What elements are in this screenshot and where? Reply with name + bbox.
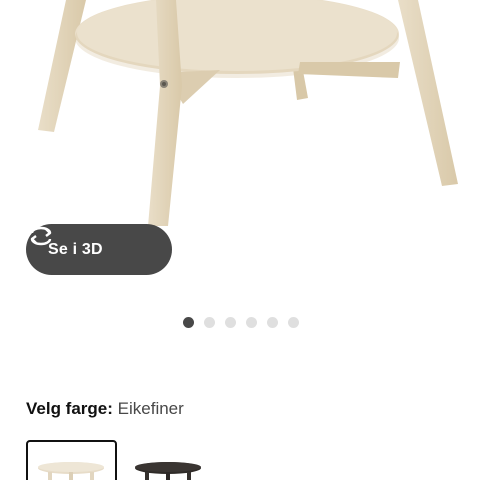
pager-dot-6[interactable] xyxy=(288,317,299,328)
color-option-eikefiner[interactable] xyxy=(26,440,117,480)
pager-dot-2[interactable] xyxy=(204,317,215,328)
table-thumbnail-dark xyxy=(135,462,201,480)
table-thumbnail-light xyxy=(38,462,104,480)
view-in-3d-button[interactable]: Se i 3D xyxy=(26,224,172,275)
image-pager xyxy=(183,317,299,328)
color-picker-heading: Velg farge: Eikefiner xyxy=(26,399,184,419)
color-picker-label: Velg farge: xyxy=(26,399,113,418)
view-in-3d-label: Se i 3D xyxy=(48,240,103,258)
rotate-3d-icon xyxy=(30,226,52,246)
product-image[interactable]: Se i 3D xyxy=(0,0,480,300)
pager-dot-1[interactable] xyxy=(183,317,194,328)
color-option-dark[interactable] xyxy=(122,440,213,480)
pager-dot-4[interactable] xyxy=(246,317,257,328)
pager-dot-5[interactable] xyxy=(267,317,278,328)
pager-dot-3[interactable] xyxy=(225,317,236,328)
selected-color-value: Eikefiner xyxy=(117,399,184,418)
